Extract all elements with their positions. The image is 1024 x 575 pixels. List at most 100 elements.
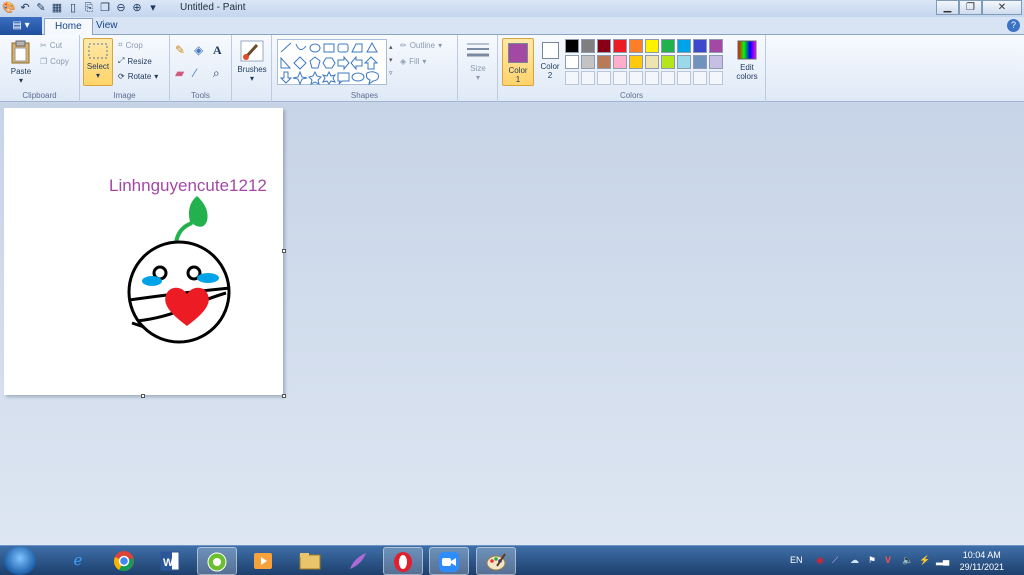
color1-button[interactable]: Color 1 — [502, 38, 534, 86]
custom-color-slot[interactable] — [693, 71, 707, 85]
minimize-button[interactable]: ▁ — [936, 0, 959, 15]
palette-swatch[interactable] — [693, 55, 707, 69]
custom-color-slot[interactable] — [565, 71, 579, 85]
copy-button[interactable]: ❐ Copy — [40, 57, 69, 66]
opera-icon[interactable] — [383, 547, 423, 575]
text-tool-icon[interactable]: A — [213, 43, 230, 58]
palette-swatch[interactable] — [597, 39, 611, 53]
close-button[interactable]: ✕ — [982, 0, 1022, 15]
palette-swatch[interactable] — [645, 55, 659, 69]
custom-color-slot[interactable] — [645, 71, 659, 85]
palette-swatch[interactable] — [581, 39, 595, 53]
palette-swatch[interactable] — [613, 39, 627, 53]
copy-icon[interactable]: ❐ — [98, 1, 112, 15]
signal-icon[interactable]: ▂▄ — [936, 555, 949, 566]
volume-icon[interactable]: 🔈 — [902, 555, 913, 566]
brushes-dropdown-icon[interactable]: ▾ — [235, 74, 269, 83]
size-button[interactable]: Size ▾ — [462, 40, 494, 82]
resize-handle-corner[interactable] — [282, 394, 286, 398]
resize-handle-right[interactable] — [282, 249, 286, 253]
network-icon[interactable]: ⚡ — [919, 555, 930, 566]
resize-handle-bottom[interactable] — [141, 394, 145, 398]
clock[interactable]: 10:04 AM 29/11/2021 — [960, 549, 1004, 573]
paste-button[interactable]: Paste ▾ — [6, 39, 36, 85]
palette-swatch[interactable] — [709, 55, 723, 69]
zoom-icon[interactable] — [429, 547, 469, 575]
paint-app-icon[interactable]: 🎨 — [2, 1, 16, 15]
palette-swatch[interactable] — [645, 39, 659, 53]
cut-button[interactable]: ✂ Cut — [40, 41, 62, 50]
internet-explorer-icon[interactable]: ℯ — [58, 547, 98, 575]
new-file-icon[interactable]: ▯ — [66, 1, 80, 15]
palette-swatch[interactable] — [565, 55, 579, 69]
language-indicator[interactable]: EN — [790, 555, 803, 565]
fill-bucket-icon[interactable]: ◈ — [194, 43, 211, 58]
shapes-gallery[interactable] — [277, 39, 387, 86]
help-icon[interactable]: ? — [1007, 19, 1020, 32]
zoom-out-icon[interactable]: ⊖ — [114, 1, 128, 15]
opera-tray-icon[interactable]: ◉ — [816, 555, 824, 566]
word-icon[interactable]: W — [150, 547, 190, 575]
palette-swatch[interactable] — [677, 39, 691, 53]
chrome-icon[interactable] — [104, 547, 144, 575]
share-icon[interactable]: ⎘ — [82, 1, 96, 15]
crop-button[interactable]: ⌗ Crop — [118, 40, 143, 50]
brushes-button[interactable]: Brushes ▾ — [235, 39, 269, 83]
paste-icon — [11, 40, 30, 64]
media-player-icon[interactable] — [243, 547, 283, 575]
tab-view[interactable]: View — [86, 18, 128, 35]
outline-button[interactable]: ✏ Outline ▾ — [400, 41, 442, 50]
custom-color-slot[interactable] — [677, 71, 691, 85]
shapes-group-label: Shapes — [350, 91, 379, 100]
color2-button[interactable]: Color 2 — [534, 38, 566, 86]
paint-menu-button[interactable]: ▤ ▾ — [0, 17, 42, 35]
custom-color-slot[interactable] — [597, 71, 611, 85]
start-button[interactable] — [4, 547, 36, 575]
flag-tray-icon[interactable]: ⚑ — [868, 555, 876, 566]
custom-color-slot[interactable] — [581, 71, 595, 85]
custom-color-slot[interactable] — [661, 71, 675, 85]
palette-swatch[interactable] — [661, 39, 675, 53]
palette-swatch[interactable] — [693, 39, 707, 53]
customize-qat-icon[interactable]: ▾ — [146, 1, 160, 15]
shapes-scroll[interactable]: ▴ ▾ ▿ — [389, 41, 393, 80]
cut-label: Cut — [49, 41, 63, 50]
palette-swatch[interactable] — [565, 39, 579, 53]
image-icon[interactable]: ▦ — [50, 1, 64, 15]
zoom-in-icon[interactable]: ⊕ — [130, 1, 144, 15]
magnifier-icon[interactable]: ⌕ — [213, 66, 230, 81]
custom-color-slot[interactable] — [709, 71, 723, 85]
drawing-canvas[interactable]: Linhnguyencute1212 — [4, 108, 283, 395]
palette-swatch[interactable] — [581, 55, 595, 69]
pencil-icon[interactable]: ✎ — [175, 43, 192, 58]
paste-dropdown-icon[interactable]: ▾ — [6, 76, 36, 85]
cloud-tray-icon[interactable]: ☁ — [850, 555, 859, 566]
edit-colors-button[interactable]: Edit colors — [732, 39, 762, 81]
palette-swatch[interactable] — [629, 55, 643, 69]
paint-taskbar-icon[interactable] — [476, 547, 516, 575]
file-explorer-icon[interactable] — [290, 547, 330, 575]
antivirus-tray-icon[interactable]: V — [885, 555, 891, 565]
palette-swatch[interactable] — [661, 55, 675, 69]
rotate-button[interactable]: ⟳ Rotate ▾ — [118, 72, 158, 81]
select-button[interactable]: Select ▾ — [83, 38, 113, 86]
restore-button[interactable]: ❐ — [959, 0, 982, 15]
palette-swatch[interactable] — [629, 39, 643, 53]
palette-swatch[interactable] — [613, 55, 627, 69]
eraser-icon[interactable]: ✎ — [34, 1, 48, 15]
palette-swatch[interactable] — [677, 55, 691, 69]
feather-tray-icon[interactable]: ⟋ — [832, 555, 838, 566]
color-picker-icon[interactable]: ⁄ — [194, 66, 211, 81]
fill-button[interactable]: ◈ Fill ▾ — [400, 57, 426, 66]
resize-button[interactable]: ⤢ Resize — [118, 56, 152, 66]
palette-swatch[interactable] — [597, 55, 611, 69]
eraser-icon[interactable]: ▰ — [175, 66, 192, 81]
greenshot-icon[interactable] — [197, 547, 237, 575]
select-dropdown-icon[interactable]: ▾ — [84, 71, 112, 80]
feather-app-icon[interactable] — [337, 547, 377, 575]
undo-icon[interactable]: ↶ — [18, 1, 32, 15]
palette-swatch[interactable] — [709, 39, 723, 53]
custom-color-slot[interactable] — [613, 71, 627, 85]
line-size-icon — [467, 43, 489, 57]
custom-color-slot[interactable] — [629, 71, 643, 85]
